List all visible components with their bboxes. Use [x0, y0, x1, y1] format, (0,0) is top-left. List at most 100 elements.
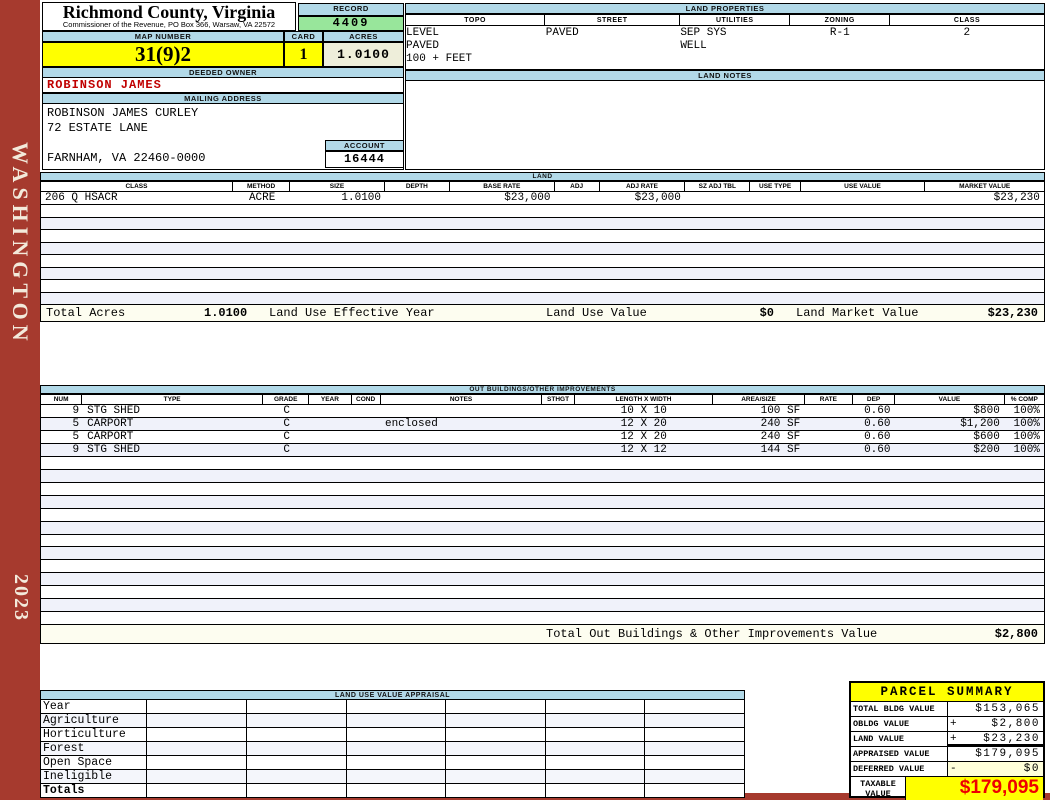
land-use-appraisal-header: LAND USE VALUE APPRAISAL — [40, 690, 745, 700]
appraisal-cell[interactable] — [544, 742, 645, 755]
acres-value[interactable]: 1.0100 — [323, 42, 404, 67]
appraisal-cell[interactable] — [146, 742, 246, 755]
mailing-address-line: FARNHAM, VA 22460-0000 — [47, 151, 206, 165]
appraisal-cell[interactable] — [345, 770, 446, 783]
appraisal-cell[interactable] — [445, 700, 545, 713]
appraisal-cell[interactable] — [445, 728, 545, 741]
land-use-value-header: USE VALUE — [800, 181, 926, 192]
ob-sthgt-header: STHGT — [542, 394, 575, 405]
ob-total-value: $2,800 — [994, 627, 1038, 641]
topo-value: PAVED — [406, 40, 440, 52]
appraisal-cell[interactable] — [345, 728, 446, 741]
ob-dims-cell: 12 X 20 — [620, 431, 667, 443]
summary-row-appraised: APPRAISED VALUE $179,095 — [851, 747, 1043, 762]
appraisal-cell[interactable] — [445, 756, 545, 769]
appraisal-cell[interactable] — [445, 770, 545, 783]
ob-empty-row — [40, 599, 1045, 613]
appraisal-cell[interactable] — [445, 714, 545, 727]
appraisal-cell[interactable] — [544, 756, 645, 769]
ob-rate-cell — [804, 418, 852, 430]
street-value: PAVED — [545, 27, 579, 39]
ob-year-cell — [310, 405, 352, 417]
total-acres-label: Total Acres — [46, 306, 126, 320]
appraisal-cell[interactable] — [544, 728, 645, 741]
appraisal-row-label: Totals — [43, 784, 85, 797]
land-method-cell: ACRE — [248, 192, 276, 204]
appraisal-cell[interactable] — [345, 756, 446, 769]
appraisal-cell[interactable] — [644, 714, 744, 727]
land-class-cell: 206 Q HSACR — [45, 192, 118, 204]
county-title: Richmond County, Virginia — [62, 2, 276, 22]
appraisal-row-open-space: Open Space — [40, 756, 745, 770]
map-number-value[interactable]: 31(9)2 — [42, 42, 284, 67]
ob-year-cell — [310, 444, 352, 456]
appraisal-cell[interactable] — [445, 742, 545, 755]
ob-empty-row — [40, 521, 1045, 535]
appraisal-cell[interactable] — [246, 742, 346, 755]
land-depth-header: DEPTH — [384, 181, 451, 192]
appraisal-cell[interactable] — [146, 714, 246, 727]
appraisal-cell[interactable] — [246, 756, 346, 769]
record-value[interactable]: 4409 — [298, 16, 404, 31]
appraisal-cell[interactable] — [146, 770, 246, 783]
appraisal-cell — [644, 784, 744, 797]
land-table-row: 206 Q HSACR ACRE 1.0100 $23,000 $23,000 … — [40, 192, 1045, 205]
ob-num-cell: 5 — [72, 418, 80, 430]
summary-label: DEFERRED VALUE — [851, 762, 948, 776]
appraisal-cell[interactable] — [146, 728, 246, 741]
topo-column-header: TOPO — [405, 14, 546, 26]
appraisal-cell[interactable] — [246, 770, 346, 783]
land-totals-row: Total Acres 1.0100 Land Use Effective Ye… — [40, 305, 1045, 322]
appraisal-cell[interactable] — [246, 728, 346, 741]
ob-notes-cell — [381, 405, 542, 417]
land-market-value-header: MARKET VALUE — [925, 181, 1045, 192]
appraisal-cell[interactable] — [544, 770, 645, 783]
land-size-header: SIZE — [290, 181, 385, 192]
summary-operator: + — [950, 718, 957, 730]
land-adj-rate-cell: $23,000 — [634, 192, 681, 204]
acres-header: ACRES — [323, 31, 404, 42]
appraisal-cell[interactable] — [246, 700, 346, 713]
appraisal-cell[interactable] — [544, 714, 645, 727]
topo-value: LEVEL — [406, 27, 440, 39]
account-value[interactable]: 16444 — [325, 151, 404, 168]
appraisal-cell[interactable] — [345, 742, 446, 755]
appraisal-cell[interactable] — [345, 714, 446, 727]
land-base-rate-header: BASE RATE — [450, 181, 555, 192]
total-acres-value: 1.0100 — [204, 306, 248, 320]
deeded-owner-header: DEEDED OWNER — [42, 67, 404, 78]
appraisal-cell[interactable] — [644, 742, 744, 755]
ob-dep-cell: 0.60 — [864, 444, 891, 456]
appraisal-row-label: Ineligible — [43, 770, 113, 783]
topo-value: 100 + FEET — [406, 53, 473, 65]
appraisal-cell[interactable] — [644, 700, 744, 713]
appraisal-cell[interactable] — [246, 714, 346, 727]
appraisal-cell[interactable] — [644, 756, 744, 769]
utilities-values: SEP SYS WELL — [680, 26, 790, 69]
appraisal-cell[interactable] — [644, 770, 744, 783]
summary-value: $179,095 — [975, 748, 1040, 760]
land-empty-row — [40, 267, 1045, 280]
ob-cond-header: COND — [351, 394, 381, 405]
summary-operator: + — [950, 733, 957, 745]
ob-rate-cell — [804, 431, 852, 443]
card-value[interactable]: 1 — [284, 42, 323, 67]
appraisal-cell[interactable] — [644, 728, 744, 741]
ob-notes-cell — [381, 431, 542, 443]
out-building-row: 9 STG SHED C 10 X 10 100 SF 0.60 $800 10… — [40, 405, 1045, 418]
ob-value-header: VALUE — [895, 394, 1005, 405]
ob-empty-row — [40, 457, 1045, 470]
appraisal-row-totals: Totals — [40, 784, 745, 798]
summary-row-taxable: TAXABLE VALUE $179,095 — [851, 777, 1043, 800]
ob-rate-cell — [804, 405, 852, 417]
appraisal-cell[interactable] — [544, 700, 645, 713]
land-properties-column-headers: TOPO STREET UTILITIES ZONING CLASS — [405, 14, 1045, 26]
appraisal-cell[interactable] — [146, 756, 246, 769]
appraisal-cell[interactable] — [345, 700, 446, 713]
land-properties-values: LEVEL PAVED 100 + FEET PAVED SEP SYS WEL… — [405, 26, 1045, 70]
appraisal-cell[interactable] — [146, 700, 246, 713]
ob-notes-header: NOTES — [380, 394, 543, 405]
ob-cond-cell — [352, 418, 381, 430]
taxable-label-line: VALUE — [865, 789, 891, 799]
land-use-value-cell — [800, 192, 924, 204]
